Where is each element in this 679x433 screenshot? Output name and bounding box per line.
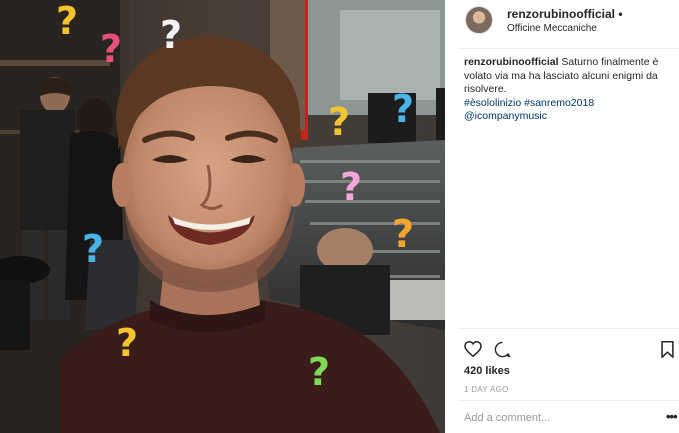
svg-text:?: ? [392, 212, 414, 256]
more-options-icon[interactable]: ••• [666, 409, 678, 424]
likes-count[interactable]: 420 likes [464, 365, 510, 377]
svg-text:?: ? [328, 100, 350, 144]
instagram-post: ? ? ? ? ? ? ? ? ? ? renzorubinoofficial … [0, 0, 679, 433]
post-timestamp[interactable]: 1 DAY AGO [464, 385, 509, 394]
svg-text:?: ? [340, 165, 362, 209]
location-link[interactable]: Officine Meccaniche [507, 23, 597, 34]
comment-icon[interactable] [494, 341, 511, 363]
svg-text:?: ? [116, 321, 138, 365]
svg-text:?: ? [392, 87, 414, 131]
avatar[interactable] [465, 6, 493, 34]
svg-text:?: ? [100, 27, 122, 71]
comment-divider [459, 400, 679, 401]
post-caption: renzorubinoofficial Saturno finalmente è… [464, 56, 664, 124]
caption-hashtags[interactable]: #èsololinizio #sanremo2018 [464, 97, 664, 111]
svg-text:?: ? [160, 13, 182, 57]
svg-text:?: ? [82, 227, 104, 271]
caption-mention[interactable]: @icompanymusic [464, 110, 664, 124]
separator-dot: • [618, 7, 623, 21]
header-divider [459, 48, 679, 49]
svg-text:?: ? [56, 0, 78, 43]
caption-username[interactable]: renzorubinoofficial [464, 56, 559, 68]
comment-input[interactable]: Add a comment... [464, 412, 550, 424]
svg-text:?: ? [308, 350, 330, 394]
selfie-studio-image: ? ? ? ? ? ? ? ? ? ? [0, 0, 445, 433]
username-text: renzorubinoofficial [507, 7, 615, 21]
post-side-panel: renzorubinoofficial • Officine Meccanich… [445, 0, 679, 433]
post-header: renzorubinoofficial • Officine Meccanich… [445, 0, 679, 40]
actions-divider [459, 328, 679, 329]
username-link[interactable]: renzorubinoofficial • [507, 7, 623, 21]
action-bar [464, 340, 679, 360]
bookmark-icon[interactable] [661, 341, 674, 363]
post-photo[interactable]: ? ? ? ? ? ? ? ? ? ? [0, 0, 445, 433]
heart-icon[interactable] [464, 340, 482, 362]
